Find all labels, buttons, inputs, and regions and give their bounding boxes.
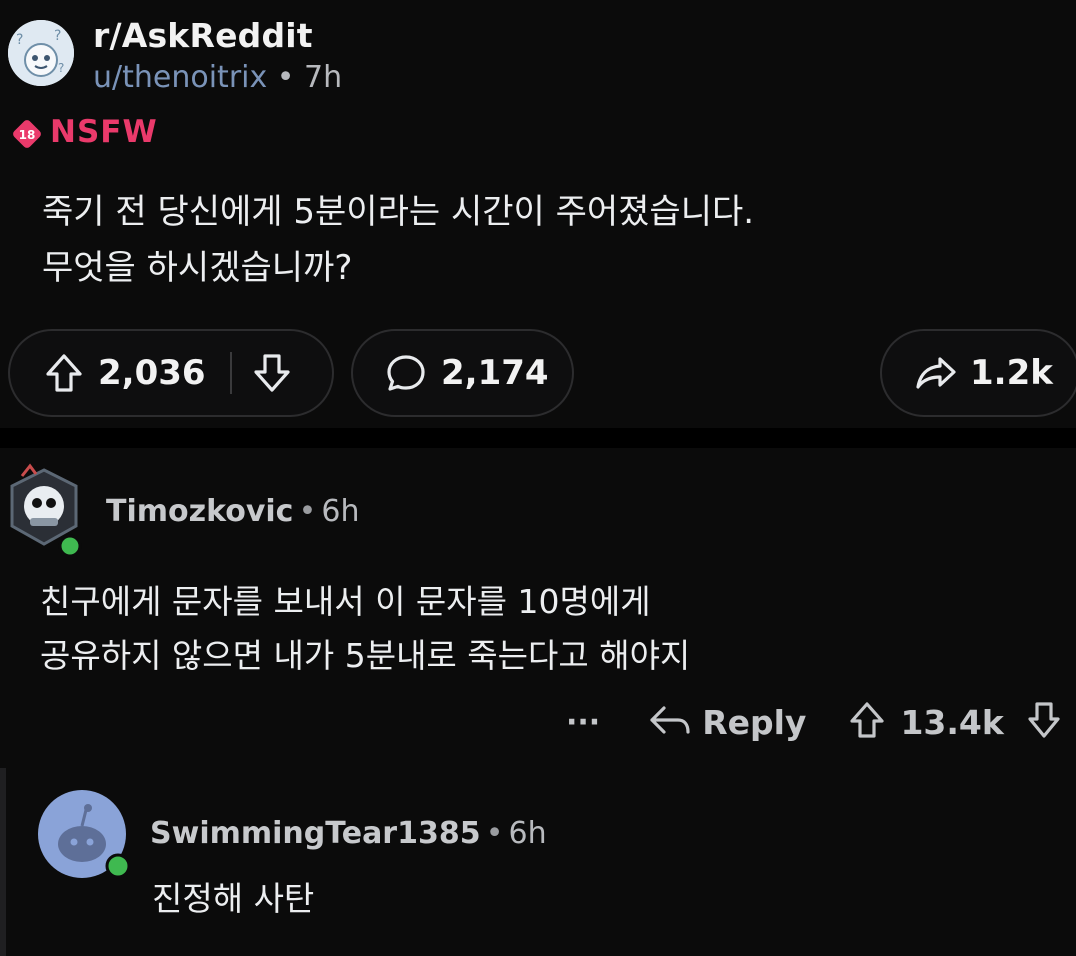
meta-separator: • xyxy=(298,494,317,529)
upvote-count: 2,036 xyxy=(98,353,206,393)
reply-icon[interactable] xyxy=(648,702,692,742)
snoo-avatar-icon[interactable] xyxy=(38,790,131,882)
comment-count: 2,174 xyxy=(441,353,549,393)
comment-line: 공유하지 않으면 내가 5분내로 죽는다고 해야지 xyxy=(40,636,691,675)
comment-icon xyxy=(385,352,427,394)
svg-text:?: ? xyxy=(54,28,61,44)
svg-text:?: ? xyxy=(58,61,64,75)
comment-meta: Timozkovic • 6h xyxy=(106,494,359,529)
comment-line: 진정해 사탄 xyxy=(152,879,315,918)
comment-time: 6h xyxy=(508,816,547,851)
post-author-link[interactable]: u/thenoitrix xyxy=(93,60,267,95)
post-time: 7h xyxy=(304,60,343,95)
more-icon[interactable]: ··· xyxy=(566,705,600,740)
share-button[interactable]: 1.2k xyxy=(880,329,1076,417)
comment-line: 친구에게 문자를 보내서 이 문자를 10명에게 xyxy=(40,582,651,621)
subreddit-name[interactable]: r/AskReddit xyxy=(93,16,313,55)
vote-divider xyxy=(229,352,232,394)
post-title[interactable]: 죽기 전 당신에게 5분이라는 시간이 주어졌습니다. 무엇을 하시겠습니까? xyxy=(42,184,1042,296)
comments-button[interactable]: 2,174 xyxy=(351,329,574,417)
comment-author[interactable]: Timozkovic xyxy=(106,494,293,529)
meta-separator: • xyxy=(485,816,504,851)
nsfw-icon: 18 xyxy=(10,117,44,151)
post-title-line: 죽기 전 당신에게 5분이라는 시간이 주어졌습니다. xyxy=(42,192,755,232)
meta-separator: • xyxy=(276,60,295,95)
subreddit-avatar-icon[interactable]: ? ? ? xyxy=(8,20,74,86)
downvote-icon[interactable] xyxy=(1026,700,1062,744)
comment-author[interactable]: SwimmingTear1385 xyxy=(150,816,481,851)
upvote-icon[interactable] xyxy=(848,700,886,744)
share-icon xyxy=(914,353,958,393)
thread-line[interactable] xyxy=(0,768,6,956)
section-divider xyxy=(0,428,1076,448)
svg-text:18: 18 xyxy=(19,128,36,142)
svg-text:?: ? xyxy=(16,32,23,48)
downvote-icon[interactable] xyxy=(252,352,292,394)
comment-vote-count: 13.4k xyxy=(900,702,1004,742)
nsfw-label: NSFW xyxy=(50,114,158,150)
comment-meta: SwimmingTear1385 • 6h xyxy=(150,816,547,851)
comment-body: 친구에게 문자를 보내서 이 문자를 10명에게 공유하지 않으면 내가 5분내… xyxy=(40,575,1040,683)
reply-button[interactable]: Reply xyxy=(702,703,806,742)
post-title-line: 무엇을 하시겠습니까? xyxy=(42,248,353,288)
share-count: 1.2k xyxy=(970,353,1053,393)
comment-actions: ··· Reply 13.4k xyxy=(566,694,1062,750)
post-meta: u/thenoitrix • 7h xyxy=(93,60,342,95)
vote-bar: 2,036 xyxy=(8,329,334,417)
comment-time: 6h xyxy=(321,494,360,529)
comment-body: 진정해 사탄 xyxy=(152,872,1032,926)
upvote-icon[interactable] xyxy=(44,352,84,394)
commenter-avatar-icon[interactable] xyxy=(0,456,90,558)
